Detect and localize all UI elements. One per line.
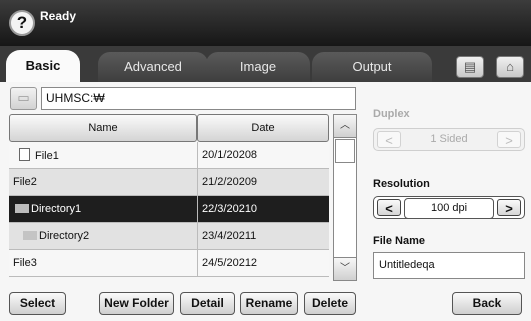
file-list-scrollbar[interactable]: ︿ ﹀ (333, 114, 357, 281)
file-name-cell: File2 (9, 169, 197, 196)
column-header-name[interactable]: Name (9, 114, 197, 142)
resolution-label: Resolution (373, 178, 430, 190)
chevron-left-icon: < (377, 131, 401, 148)
scroll-down-icon[interactable]: ﹀ (334, 257, 356, 280)
device-screen: ? Ready Basic Advanced Image Output ▤ ⌂ … (0, 0, 531, 321)
file-date-cell: 23/4/20211 (197, 223, 329, 250)
scroll-up-icon[interactable]: ︿ (334, 115, 356, 138)
file-date-cell: 22/3/20210 (197, 196, 329, 223)
table-row[interactable]: File3 24/5/20212 (9, 250, 329, 277)
new-folder-button[interactable]: New Folder (99, 292, 174, 315)
tab-bar: Basic Advanced Image Output ▤ ⌂ (0, 46, 531, 82)
select-button[interactable]: Select (9, 292, 66, 315)
table-row[interactable]: File2 21/2/20209 (9, 169, 329, 196)
file-name-cell: File3 (9, 250, 197, 277)
folder-icon (23, 231, 37, 240)
duplex-value: 1 Sided (430, 133, 468, 145)
resolution-value: 100 dpi (404, 198, 494, 219)
folder-icon (15, 204, 29, 213)
duplex-label: Duplex (373, 108, 410, 120)
file-name-label: File Name (373, 235, 425, 247)
parent-folder-button[interactable]: ▭ (10, 87, 37, 110)
chevron-right-icon: > (497, 131, 521, 148)
back-button[interactable]: Back (452, 292, 522, 315)
resolution-spinner: < 100 dpi > (373, 196, 525, 219)
file-name-field[interactable]: Untitledeqa (373, 252, 525, 279)
file-date-cell: 21/2/20209 (197, 169, 329, 196)
duplex-selector: < 1 Sided > (373, 128, 525, 151)
file-name: File3 (13, 257, 37, 269)
delete-button[interactable]: Delete (304, 292, 356, 315)
folder-up-icon: ▭ (17, 90, 30, 105)
file-name-cell: Directory1 (9, 196, 197, 223)
file-name: File1 (35, 150, 59, 162)
file-name: Directory2 (39, 230, 90, 242)
tab-basic[interactable]: Basic (6, 50, 80, 82)
help-icon[interactable]: ? (9, 10, 35, 36)
table-row[interactable]: Directory2 23/4/20211 (9, 223, 329, 250)
file-icon (19, 148, 30, 161)
status-text: Ready (40, 9, 77, 23)
table-row[interactable]: Directory1 22/3/20210 (9, 196, 329, 223)
file-list-header: Name Date (9, 114, 329, 142)
file-name: File2 (13, 176, 37, 188)
path-field[interactable]: UHMSC:₩ (41, 87, 356, 110)
table-row[interactable]: File1 20/1/20208 (9, 142, 329, 169)
tab-advanced[interactable]: Advanced (98, 52, 208, 82)
chevron-left-icon[interactable]: < (377, 199, 401, 216)
tab-image[interactable]: Image (206, 52, 310, 82)
file-name-cell: Directory2 (9, 223, 197, 250)
file-name: Directory1 (31, 203, 82, 215)
tab-output[interactable]: Output (312, 52, 432, 82)
file-date-cell: 20/1/20208 (197, 142, 329, 169)
file-date-cell: 24/5/20212 (197, 250, 329, 277)
home-icon[interactable]: ⌂ (496, 56, 524, 78)
status-bar: ? Ready (0, 0, 531, 46)
file-name-cell: File1 (9, 142, 197, 169)
job-status-icon[interactable]: ▤ (456, 56, 484, 78)
chevron-right-icon[interactable]: > (497, 199, 521, 216)
rename-button[interactable]: Rename (240, 292, 298, 315)
column-header-date[interactable]: Date (197, 114, 329, 142)
detail-button[interactable]: Detail (180, 292, 235, 315)
scroll-thumb[interactable] (335, 139, 355, 163)
file-list: Name Date File1 20/1/20208 File2 21/2/20… (9, 114, 329, 277)
